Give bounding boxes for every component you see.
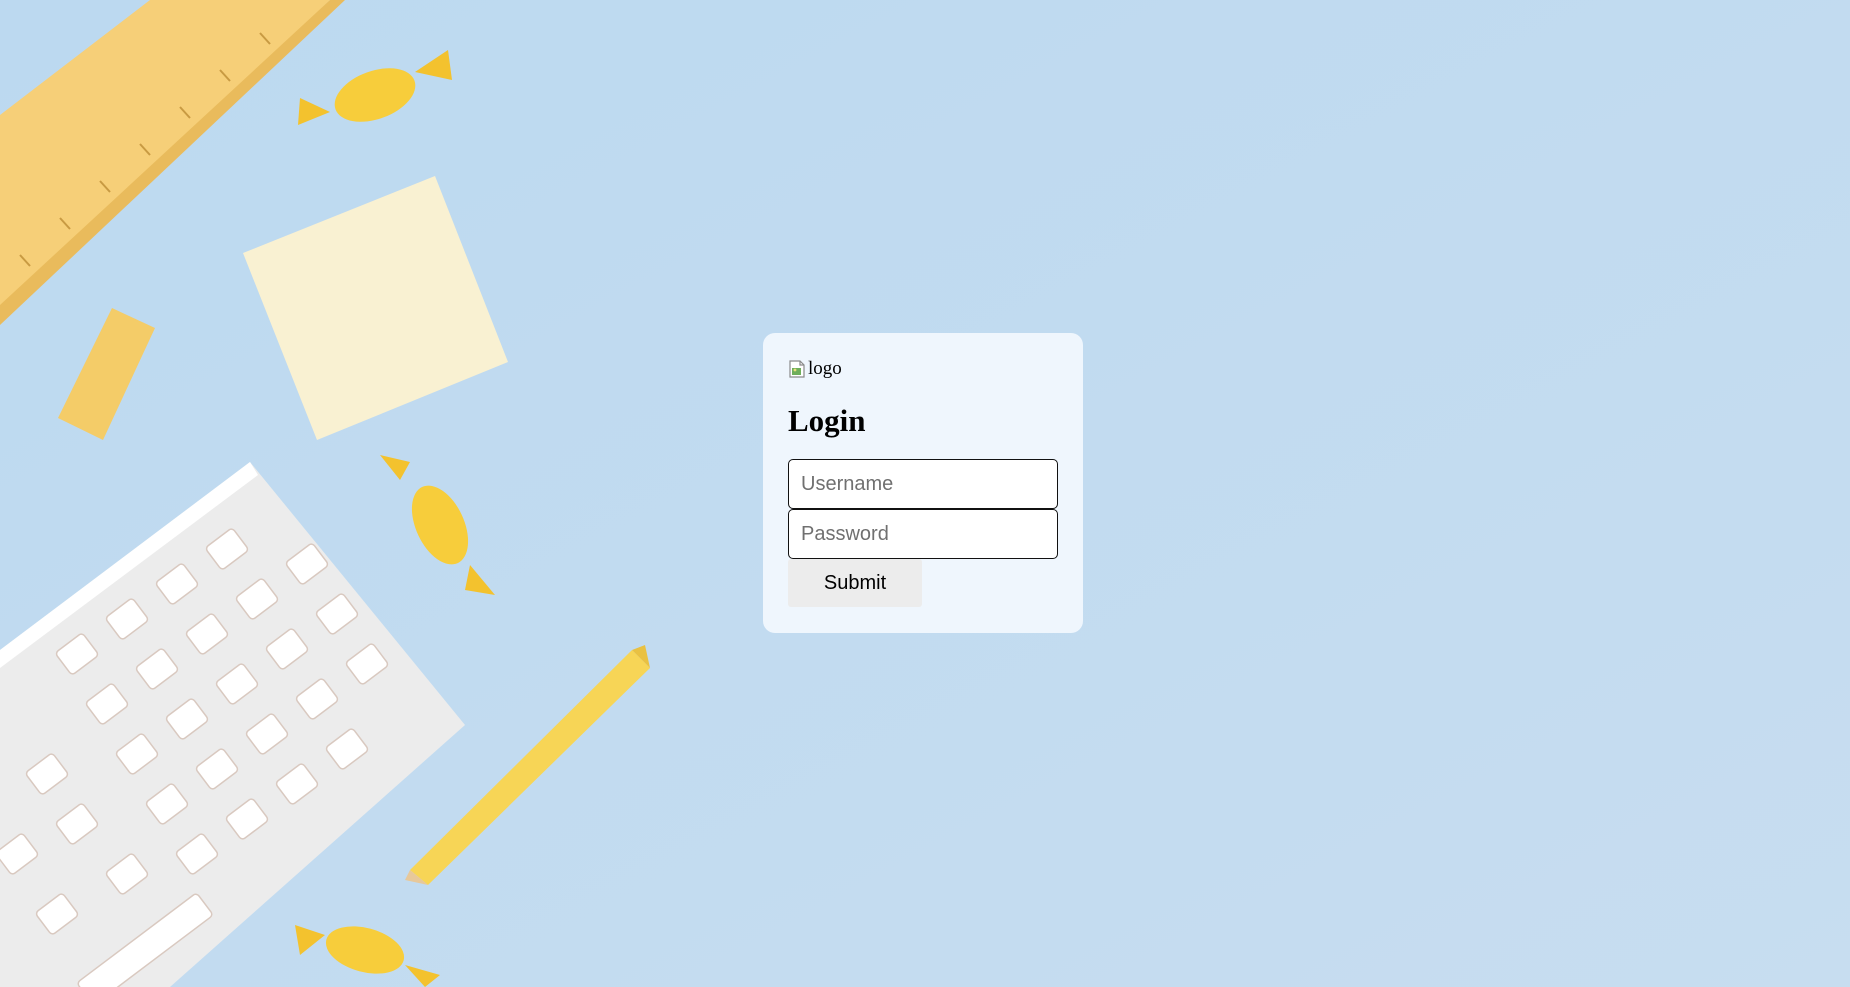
logo-alt-text: logo	[808, 358, 842, 379]
login-card: logo Login Submit	[763, 333, 1083, 633]
logo: logo	[788, 357, 1058, 381]
username-input[interactable]	[788, 459, 1058, 509]
submit-button[interactable]: Submit	[788, 559, 922, 607]
login-title: Login	[788, 403, 866, 438]
password-input[interactable]	[788, 509, 1058, 559]
broken-image-icon	[789, 360, 805, 378]
